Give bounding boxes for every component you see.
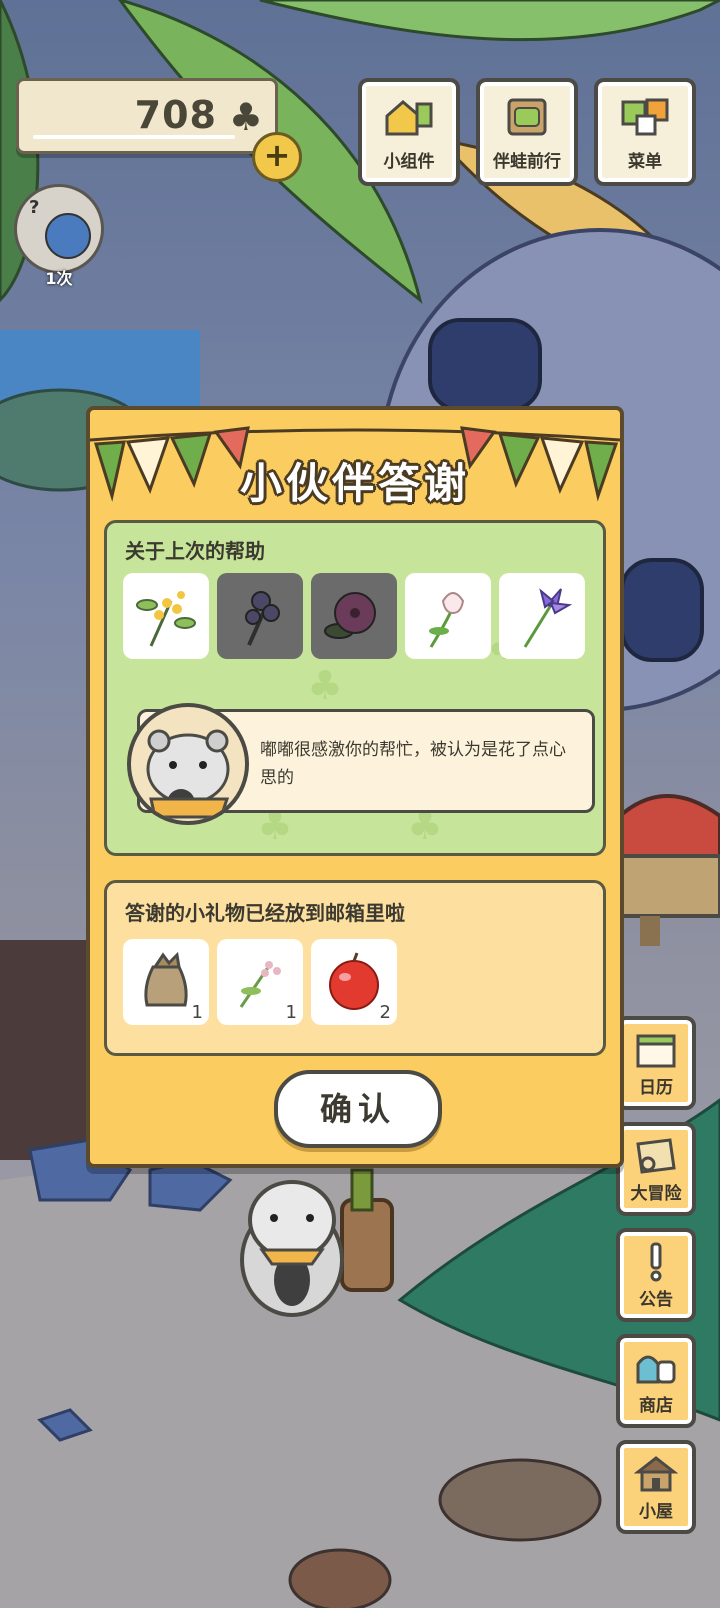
calendar-icon — [636, 1034, 676, 1068]
help-panel: ♣ ♣ ♣ ♣ ♣ 关于上次的帮助 — [104, 520, 606, 856]
thanks-message: 嘟嘟很感激你的帮忙，被认为是花了点心思的 — [260, 740, 566, 788]
gift-panel: 答谢的小礼物已经放到邮箱里啦 1 1 2 — [104, 880, 606, 1056]
house-button[interactable]: 小屋 — [616, 1440, 696, 1534]
widget-button[interactable]: 小组件 — [358, 78, 460, 186]
notice-button[interactable]: 公告 — [616, 1228, 696, 1322]
help-heading: 关于上次的帮助 — [125, 539, 265, 563]
seed-bag-icon — [144, 951, 188, 1007]
flower-slot[interactable] — [405, 573, 491, 659]
hibiscus-icon — [324, 592, 376, 639]
hamster-avatar — [127, 703, 249, 825]
notice-label: 公告 — [639, 1290, 673, 1310]
calendar-button[interactable]: 日历 — [616, 1016, 696, 1110]
gift-heading: 答谢的小礼物已经放到邮箱里啦 — [125, 901, 405, 925]
house-icon — [634, 1456, 678, 1492]
confirm-button[interactable]: 确认 — [274, 1070, 442, 1148]
gift-item[interactable]: 2 — [311, 939, 397, 1025]
iris-icon — [523, 588, 573, 648]
apple-icon — [329, 952, 379, 1010]
flower-slot[interactable] — [499, 573, 585, 659]
flower-slot[interactable] — [217, 573, 303, 659]
question-mark-icon: ? — [29, 197, 40, 218]
gift-row: 1 1 2 — [123, 939, 397, 1025]
visitor-bubble[interactable]: ? 1次 — [14, 184, 104, 288]
frog-journey-label: 伴蛙前行 — [493, 152, 561, 172]
osmanthus-icon — [136, 591, 196, 647]
clover-currency-display: 708 ♣ — [16, 78, 278, 154]
adventure-map-icon — [636, 1138, 676, 1174]
clover-icon: ♣ — [228, 95, 263, 139]
pansy-icon — [245, 591, 280, 646]
shop-label: 商店 — [639, 1396, 673, 1416]
visitor-avatar — [45, 213, 91, 259]
shop-icon — [636, 1355, 676, 1384]
house-label: 小屋 — [639, 1502, 673, 1522]
flower-slot[interactable] — [311, 573, 397, 659]
hamster-character[interactable] — [232, 1160, 422, 1320]
clover-amount: 708 — [134, 93, 217, 137]
gift-item[interactable]: 1 — [217, 939, 303, 1025]
menu-icon — [621, 98, 669, 136]
widget-label: 小组件 — [383, 152, 435, 172]
widget-icon — [385, 100, 433, 136]
shop-button[interactable]: 商店 — [616, 1334, 696, 1428]
menu-label: 菜单 — [628, 152, 662, 172]
calendar-label: 日历 — [639, 1078, 673, 1098]
adventure-button[interactable]: 大冒险 — [616, 1122, 696, 1216]
gift-count: 2 — [379, 1002, 391, 1023]
menu-button[interactable]: 菜单 — [594, 78, 696, 186]
add-currency-button[interactable]: + — [252, 132, 302, 182]
tulip-icon — [429, 592, 465, 648]
mailbox[interactable] — [610, 786, 720, 946]
gift-count: 1 — [285, 1002, 297, 1023]
thank-you-dialog: 小伙伴答谢 ♣ ♣ ♣ ♣ ♣ 关于上次的帮助 — [86, 406, 624, 1168]
notice-icon — [650, 1242, 662, 1282]
adventure-label: 大冒险 — [630, 1184, 682, 1204]
flower-row — [123, 573, 585, 659]
frog-journey-icon — [507, 98, 547, 136]
dialog-title: 小伙伴答谢 — [239, 459, 470, 508]
frog-journey-button[interactable]: 伴蛙前行 — [476, 78, 578, 186]
lavender-sprig-icon — [239, 961, 281, 1008]
gift-item[interactable]: 1 — [123, 939, 209, 1025]
visitor-count: 1次 — [45, 269, 73, 288]
flower-slot[interactable] — [123, 573, 209, 659]
gift-count: 1 — [191, 1002, 203, 1023]
